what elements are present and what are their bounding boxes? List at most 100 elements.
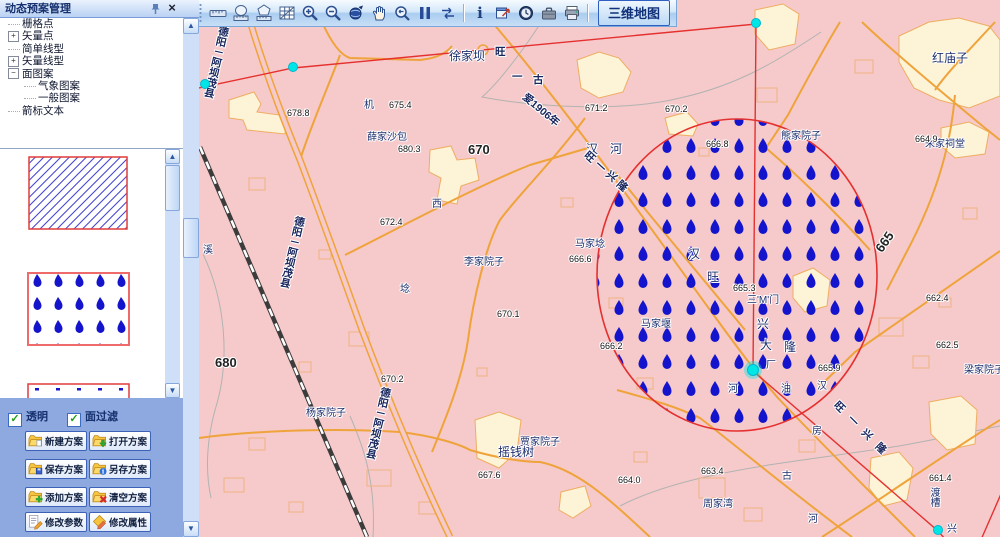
grid-icon[interactable] [276, 3, 297, 24]
tree-item-1[interactable]: +矢量点 [0, 30, 175, 42]
map-viewport[interactable]: 徐家坝红庙子朱家祠堂薛家沙包熊家院子李家院子马家埝马家堰杨家院子贾家院子摇钱树周… [199, 0, 1000, 537]
new-plan-button[interactable]: 新建方案 [25, 431, 87, 451]
swatch-scroll-thumb[interactable] [165, 165, 180, 211]
tree-item-7[interactable]: 箭标文本 [0, 105, 175, 117]
map-label: 红庙子 [932, 52, 968, 64]
briefcase-icon[interactable] [538, 3, 559, 24]
zoom-out-icon[interactable] [322, 3, 343, 24]
tree-connector [8, 111, 20, 112]
map-label: 油 [781, 385, 791, 395]
map-label: 大 [760, 339, 772, 351]
map-label: 马家埝 [575, 240, 605, 250]
swatch-scrollbar[interactable]: ▲ ▼ [165, 149, 180, 398]
map-label: 665.3 [733, 284, 756, 293]
map-toolbar: i 三维地图 [196, 0, 677, 27]
save-plan-button[interactable]: 保存方案 [25, 459, 87, 479]
map-label: 徐家坝 [449, 50, 485, 62]
toolbar-separator [463, 4, 464, 22]
action-button-label: 保存方案 [45, 462, 83, 476]
map-label: 666.8 [706, 140, 729, 149]
expand-plus-icon[interactable]: + [8, 56, 19, 67]
svg-text:i: i [477, 4, 483, 22]
action-button-label: 修改参数 [45, 515, 83, 529]
edit-params-button[interactable]: 修改参数 [25, 512, 87, 532]
panel-scrollbar[interactable]: ▲ ▼ [183, 18, 199, 537]
map-label: 机 [364, 101, 374, 111]
tree-item-6[interactable]: 一般图案 [0, 92, 175, 104]
map-label: 摇钱树 [498, 446, 534, 458]
pause-icon[interactable] [414, 3, 435, 24]
swap-arrows-icon[interactable] [437, 3, 458, 24]
map-label: 埝 [400, 285, 410, 295]
route-vertex-marker[interactable] [200, 79, 210, 89]
tree-item-4[interactable]: −面图案 [0, 68, 175, 80]
clock-icon[interactable] [515, 3, 536, 24]
info-icon[interactable]: i [469, 3, 490, 24]
zoom-in-icon[interactable] [299, 3, 320, 24]
map-label: 旺 [707, 271, 719, 283]
panel-title: 动态预案管理 [5, 3, 71, 15]
route-vertex-marker[interactable] [751, 18, 761, 28]
expand-plus-icon[interactable]: + [8, 31, 19, 42]
open-plan-button[interactable]: 打开方案 [89, 431, 151, 451]
swatch-diagonal-hatch[interactable] [28, 156, 128, 230]
toolbar-separator [587, 4, 588, 22]
checkbox-1[interactable]: ✓面过滤 [67, 408, 118, 427]
edit-props-icon [92, 514, 107, 530]
map-label: 一 [512, 72, 523, 83]
panel-scroll-down[interactable]: ▼ [183, 521, 199, 537]
checkbox-0[interactable]: ✓透明 [8, 408, 48, 427]
measure-circle-icon[interactable] [230, 3, 251, 24]
tree-item-0[interactable]: 栅格点 [0, 18, 175, 30]
checkbox-icon[interactable]: ✓ [67, 413, 81, 427]
checkbox-icon[interactable]: ✓ [8, 413, 22, 427]
map-label: 梁家院子 [964, 366, 1000, 376]
pattern-tree: 栅格点+矢量点简单线型+矢量线型−面图案气象图案一般图案箭标文本 [0, 18, 175, 148]
map-label: 房 [812, 427, 822, 437]
action-button-label: 修改属性 [109, 515, 147, 529]
edit-props-button[interactable]: 修改属性 [89, 512, 151, 532]
swatch-scroll-down[interactable]: ▼ [165, 383, 180, 398]
edit-params-icon [28, 514, 43, 530]
tree-item-2[interactable]: 简单线型 [0, 43, 175, 55]
tree-item-5[interactable]: 气象图案 [0, 80, 175, 92]
map-label: 670.1 [497, 310, 520, 319]
tree-item-label: 一般图案 [38, 92, 80, 104]
export-icon[interactable] [492, 3, 513, 24]
action-button-label: 新建方案 [45, 434, 83, 448]
save-plan-icon [28, 461, 43, 477]
map-3d-button[interactable]: 三维地图 [598, 0, 670, 26]
swatch-dashes-partial[interactable] [27, 383, 130, 398]
clear-plan-icon [92, 489, 107, 505]
route-vertex-marker[interactable] [933, 525, 943, 535]
map-label: 671.2 [585, 104, 608, 113]
saveas-plan-button[interactable]: i另存方案 [89, 459, 151, 479]
tree-item-label: 面图案 [22, 68, 54, 80]
panel-scroll-up[interactable]: ▲ [183, 18, 199, 34]
add-plan-button[interactable]: 添加方案 [25, 487, 87, 507]
zoom-previous-icon[interactable] [391, 3, 412, 24]
collapse-minus-icon[interactable]: − [8, 68, 19, 79]
new-plan-icon [28, 433, 43, 449]
action-button-label: 添加方案 [45, 490, 83, 504]
printer-icon[interactable] [561, 3, 582, 24]
plan-controls: ✓透明 ✓面过滤 新建方案打开方案保存方案 i另存方案添加方案清空方案修改参数 修改属… [0, 398, 183, 537]
route-vertex-marker[interactable] [747, 364, 759, 376]
map-label: 667.6 [478, 471, 501, 480]
map-label: 661.4 [929, 474, 952, 483]
measure-polygon-icon[interactable] [253, 3, 274, 24]
swatch-drops[interactable] [27, 272, 130, 346]
clear-plan-button[interactable]: 清空方案 [89, 487, 151, 507]
tree-item-3[interactable]: +矢量线型 [0, 55, 175, 67]
globe-icon[interactable] [345, 3, 366, 24]
map-label: 兴 [757, 318, 769, 330]
tree-connector [24, 86, 36, 87]
pin-icon[interactable] [149, 2, 163, 16]
swatch-scroll-up[interactable]: ▲ [165, 149, 180, 164]
panel-scroll-thumb[interactable] [183, 218, 199, 258]
route-vertex-marker[interactable] [288, 62, 298, 72]
ruler-icon[interactable] [207, 3, 228, 24]
close-icon[interactable]: × [165, 0, 179, 16]
plan-management-panel: 动态预案管理 × 栅格点+矢量点简单线型+矢量线型−面图案气象图案一般图案箭标文… [0, 0, 199, 537]
pan-hand-icon[interactable] [368, 3, 389, 24]
